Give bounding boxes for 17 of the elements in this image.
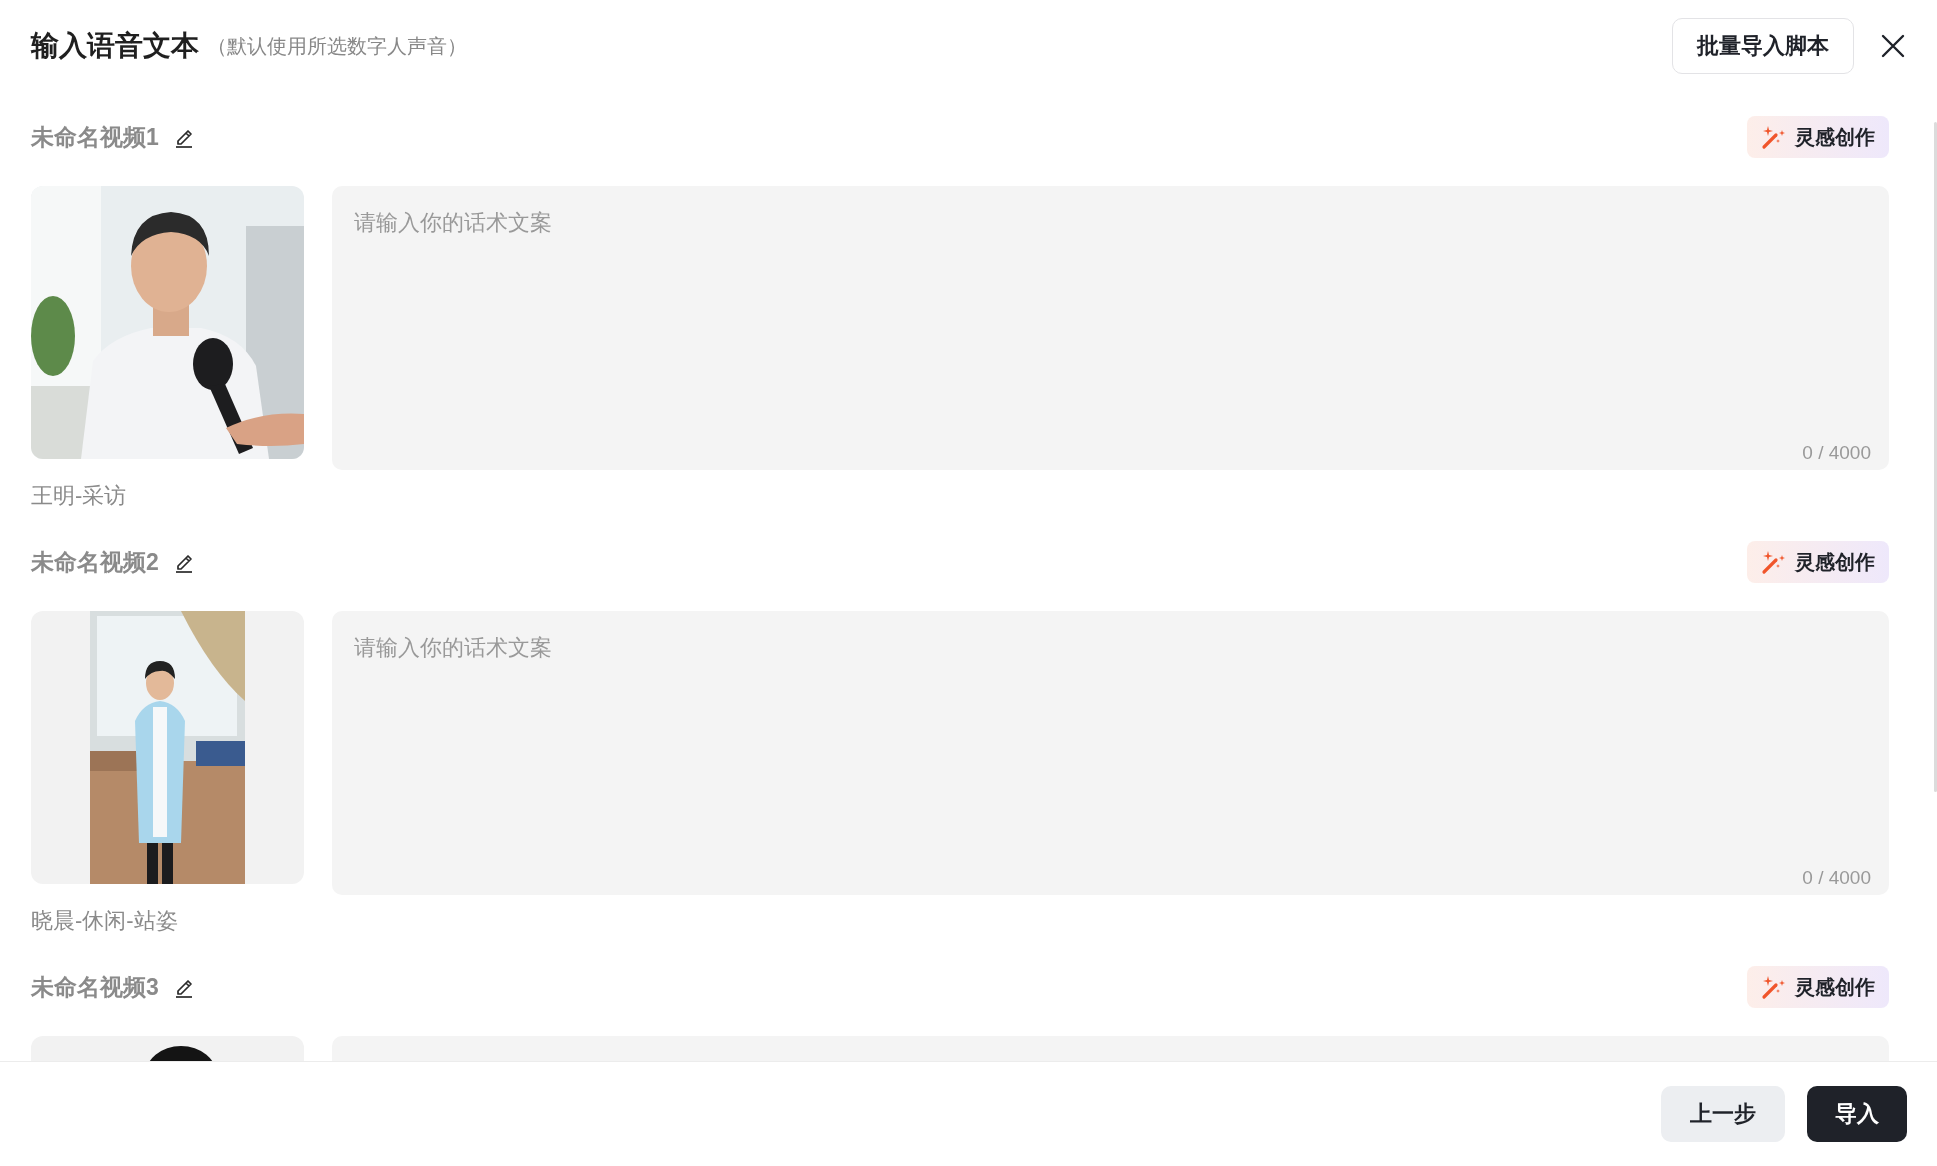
char-counter: 0 / 4000: [1802, 867, 1871, 889]
inspiration-button[interactable]: 灵感创作: [1747, 541, 1889, 583]
video-title: 未命名视频1: [31, 122, 159, 152]
avatar-name: 王明-采访: [31, 482, 128, 510]
close-icon[interactable]: [1880, 33, 1906, 59]
back-button[interactable]: 上一步: [1661, 1086, 1785, 1142]
scrollbar-thumb[interactable]: [1934, 122, 1937, 792]
video-title: 未命名视频3: [31, 972, 159, 1002]
video-title: 未命名视频2: [31, 547, 159, 577]
avatar-name: 晓晨-休闲-站姿: [31, 907, 179, 935]
inspiration-button[interactable]: 灵感创作: [1747, 116, 1889, 158]
import-button[interactable]: 导入: [1807, 1086, 1907, 1142]
dialog-subtitle: （默认使用所选数字人声音）: [207, 33, 467, 59]
char-counter: 0 / 4000: [1802, 442, 1871, 464]
inspiration-button[interactable]: 灵感创作: [1747, 966, 1889, 1008]
batch-import-button[interactable]: 批量导入脚本: [1672, 18, 1854, 74]
dialog-title: 输入语音文本: [31, 29, 199, 63]
